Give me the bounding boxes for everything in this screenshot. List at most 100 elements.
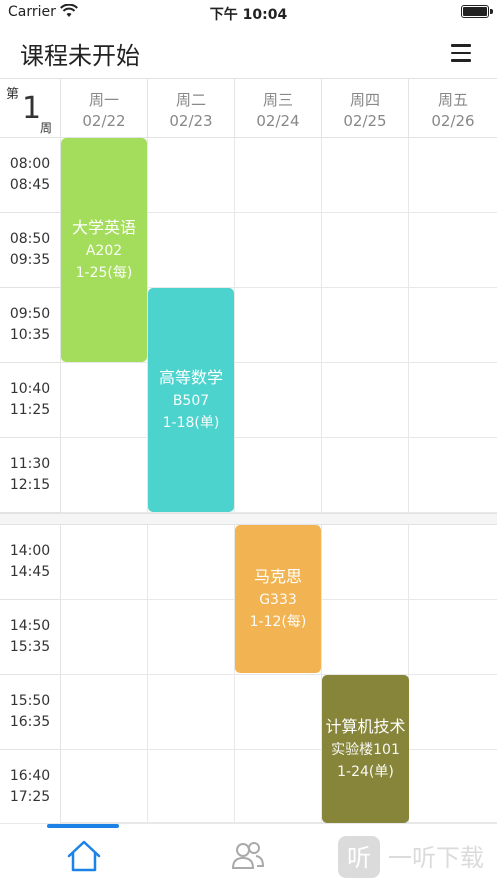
grid-cell[interactable] xyxy=(409,288,497,363)
course-card-english[interactable]: 大学英语 A202 1-25(每) xyxy=(61,138,147,362)
grid-cell[interactable] xyxy=(409,600,497,675)
grid-cell[interactable] xyxy=(409,750,497,823)
course-room: 实验楼101 xyxy=(331,742,400,758)
day-header-fri: 周五 02/26 xyxy=(409,78,497,138)
course-room: B507 xyxy=(172,393,210,409)
svg-text:听: 听 xyxy=(347,844,371,872)
day-header-wed: 周三 02/24 xyxy=(235,78,322,138)
grid-cell[interactable] xyxy=(235,438,322,513)
time-slot: 14:50 15:35 xyxy=(0,600,61,675)
people-icon[interactable] xyxy=(228,836,268,876)
grid-cell[interactable] xyxy=(409,525,497,600)
menu-icon[interactable] xyxy=(451,44,471,62)
slot-end: 15:35 xyxy=(9,639,51,655)
slot-start: 10:40 xyxy=(9,381,51,397)
slot-end: 12:15 xyxy=(9,477,51,493)
course-weeks: 1-18(单) xyxy=(162,415,220,431)
grid-cell[interactable] xyxy=(148,525,235,600)
week-number: 1 xyxy=(22,91,42,126)
day-date: 02/25 xyxy=(343,112,387,130)
slot-end: 08:45 xyxy=(9,177,51,193)
grid-cell[interactable] xyxy=(148,675,235,750)
grid-cell[interactable] xyxy=(61,600,148,675)
time-slot: 15:50 16:35 xyxy=(0,675,61,750)
slot-start: 08:00 xyxy=(9,156,51,172)
status-bar: Carrier 下午 10:04 xyxy=(0,0,497,24)
course-card-marx[interactable]: 马克思 G333 1-12(每) xyxy=(235,525,321,673)
grid-cell[interactable] xyxy=(61,525,148,600)
grid-cell[interactable] xyxy=(322,438,409,513)
battery-tip xyxy=(490,9,493,14)
grid-cell[interactable] xyxy=(148,750,235,823)
slot-end: 10:35 xyxy=(9,327,51,343)
grid-cell[interactable] xyxy=(235,750,322,823)
slot-start: 14:00 xyxy=(9,543,51,559)
grid-cell[interactable] xyxy=(322,138,409,213)
slot-end: 14:45 xyxy=(9,564,51,580)
course-card-math[interactable]: 高等数学 B507 1-18(单) xyxy=(148,288,234,512)
week-indicator: 第 1 周 xyxy=(0,78,61,138)
course-card-computer[interactable]: 计算机技术 实验楼101 1-24(单) xyxy=(322,675,409,823)
grid-cell[interactable] xyxy=(148,213,235,288)
grid-cell[interactable] xyxy=(322,213,409,288)
day-name: 周三 xyxy=(262,91,293,109)
grid-cell[interactable] xyxy=(61,438,148,513)
course-room: A202 xyxy=(85,243,123,259)
grid-cell[interactable] xyxy=(235,288,322,363)
day-name: 周二 xyxy=(175,91,206,109)
grid-cell[interactable] xyxy=(235,363,322,438)
day-name: 周四 xyxy=(349,91,380,109)
timetable-grid: 第 1 周 周一 02/22 周二 02/23 周三 02/24 周四 02/2… xyxy=(0,78,497,823)
grid-cell[interactable] xyxy=(322,525,409,600)
grid-cell[interactable] xyxy=(409,438,497,513)
lunch-divider xyxy=(0,513,497,525)
grid-cell[interactable] xyxy=(235,213,322,288)
day-date: 02/26 xyxy=(431,112,475,130)
grid-cell[interactable] xyxy=(322,363,409,438)
slot-end: 16:35 xyxy=(9,714,51,730)
grid-cell[interactable] xyxy=(235,138,322,213)
time-slot: 16:40 17:25 xyxy=(0,750,61,823)
time-slot: 10:40 11:25 xyxy=(0,363,61,438)
day-name: 周一 xyxy=(88,91,119,109)
slot-start: 11:30 xyxy=(9,456,51,472)
course-weeks: 1-25(每) xyxy=(75,265,133,281)
svg-text:一听下载: 一听下载 xyxy=(388,844,484,872)
grid-cell[interactable] xyxy=(61,750,148,823)
week-suffix: 周 xyxy=(40,121,53,135)
day-date: 02/24 xyxy=(256,112,300,130)
page-title: 课程未开始 xyxy=(20,42,140,70)
week-prefix: 第 xyxy=(6,87,20,102)
slot-start: 16:40 xyxy=(9,768,51,784)
day-date: 02/22 xyxy=(82,112,126,130)
grid-cell[interactable] xyxy=(235,675,322,750)
grid-cell[interactable] xyxy=(409,138,497,213)
grid-cell[interactable] xyxy=(322,288,409,363)
course-name: 大学英语 xyxy=(71,218,136,237)
day-header-tue: 周二 02/23 xyxy=(148,78,235,138)
slot-start: 08:50 xyxy=(9,231,51,247)
grid-cell[interactable] xyxy=(409,363,497,438)
slot-start: 09:50 xyxy=(9,306,51,322)
slot-end: 11:25 xyxy=(9,402,51,418)
slot-end: 17:25 xyxy=(9,789,51,805)
grid-cell[interactable] xyxy=(409,675,497,750)
grid-cell[interactable] xyxy=(409,213,497,288)
course-name: 马克思 xyxy=(253,567,302,586)
course-name: 计算机技术 xyxy=(325,717,406,736)
grid-cell[interactable] xyxy=(148,138,235,213)
clock: 下午 10:04 xyxy=(209,7,288,23)
slot-start: 15:50 xyxy=(9,693,51,709)
day-header-thu: 周四 02/25 xyxy=(322,78,409,138)
home-icon[interactable] xyxy=(64,836,104,876)
grid-cell[interactable] xyxy=(61,675,148,750)
slot-end: 09:35 xyxy=(9,252,51,268)
slot-start: 14:50 xyxy=(9,618,51,634)
grid-cell[interactable] xyxy=(148,600,235,675)
grid-cell[interactable] xyxy=(61,363,148,438)
day-date: 02/23 xyxy=(169,112,213,130)
course-name: 高等数学 xyxy=(158,368,223,387)
grid-cell[interactable] xyxy=(322,600,409,675)
active-tab-indicator xyxy=(47,824,119,828)
course-room: G333 xyxy=(259,592,297,608)
